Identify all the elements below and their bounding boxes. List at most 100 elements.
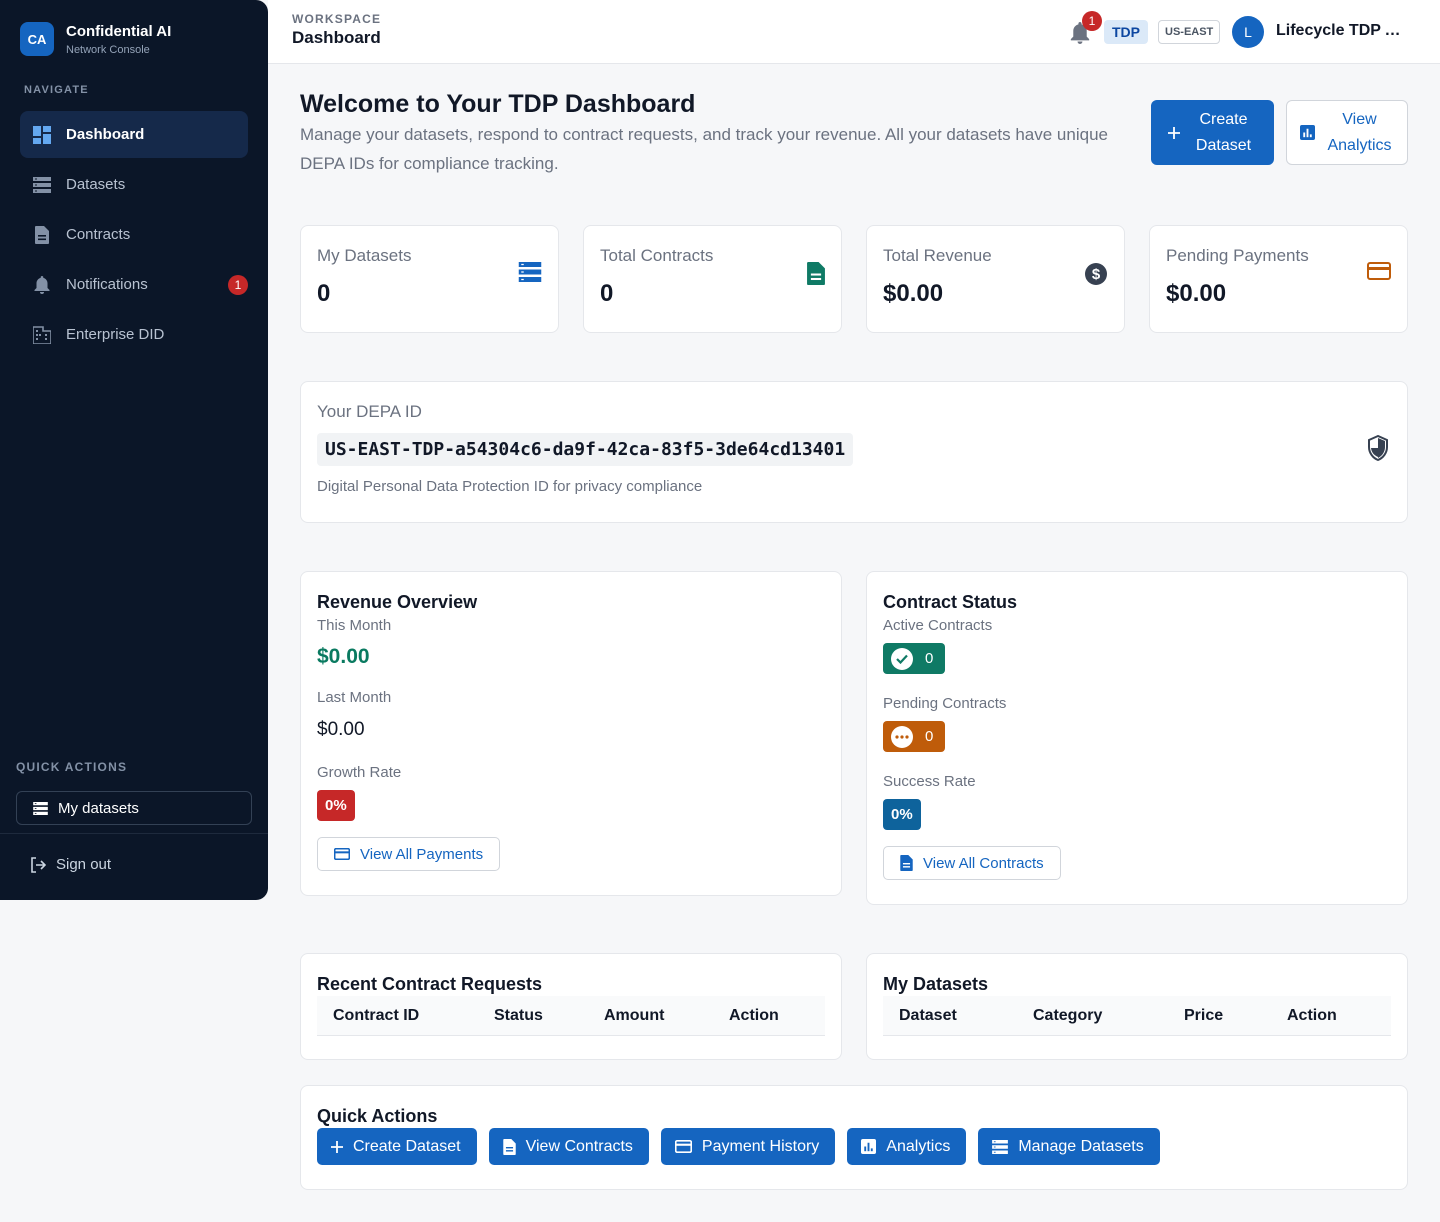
qa-analytics-label: Analytics (886, 1137, 951, 1155)
column-header[interactable]: Dataset (899, 1007, 957, 1025)
sidebar-item-label: Dashboard (66, 126, 145, 143)
depa-id-value[interactable]: US-EAST-TDP-a54304c6-da9f-42ca-83f5-3de6… (317, 433, 854, 466)
quick-actions-title: Quick Actions (317, 1106, 438, 1126)
qa-view-contracts-label: View Contracts (525, 1137, 633, 1155)
create-dataset-button[interactable]: Create Dataset (1151, 100, 1274, 165)
view-all-payments-label: View All Payments (360, 845, 484, 863)
sidebar-item-label: Datasets (66, 176, 126, 193)
column-header[interactable]: Status (494, 1007, 543, 1025)
sidebar-item-label: Contracts (66, 226, 131, 243)
column-header[interactable]: Action (729, 1007, 779, 1025)
my-datasets-label: My datasets (58, 799, 139, 817)
create-dataset-label: Create Dataset (1195, 110, 1252, 154)
analytics-icon (861, 1139, 877, 1154)
column-header[interactable]: Amount (604, 1007, 664, 1025)
qa-create-dataset-label: Create Dataset (353, 1137, 461, 1155)
my-datasets-button[interactable]: My datasets (16, 791, 252, 825)
region-chip: US-EAST (1158, 20, 1221, 44)
active-contracts-label: Active Contracts (883, 617, 993, 634)
quick-actions-row: Create Dataset View Contracts Payment Hi… (317, 1128, 1172, 1165)
sidebar-item-enterprise-did[interactable]: Enterprise DID (20, 311, 248, 358)
role-chip: TDP (1104, 20, 1148, 44)
logout-icon (30, 856, 46, 873)
workspace-label: WORKSPACE (292, 12, 382, 26)
welcome-title: Welcome to Your TDP Dashboard (300, 90, 696, 118)
view-analytics-label: View Analytics (1327, 110, 1392, 154)
sidebar-item-dashboard[interactable]: Dashboard (20, 111, 248, 158)
recent-requests-title: Recent Contract Requests (317, 974, 543, 994)
success-rate-label: Success Rate (883, 773, 976, 790)
svg-text:$: $ (1092, 266, 1101, 283)
contract-status-title: Contract Status (883, 592, 1018, 612)
my-datasets-table-header: Dataset Category Price Action (883, 996, 1391, 1036)
analytics-icon (1299, 125, 1315, 140)
stat-label: Total Revenue (883, 246, 992, 265)
document-icon (900, 855, 913, 871)
qa-analytics-button[interactable]: Analytics (847, 1128, 967, 1165)
contract-status-card: Contract Status Active Contracts 0 Pendi… (866, 571, 1408, 905)
column-header[interactable]: Price (1184, 1007, 1223, 1025)
credit-card-icon (1367, 262, 1391, 280)
stat-value: $0.00 (1166, 280, 1227, 307)
success-rate-badge: 0% (883, 799, 921, 830)
building-icon (32, 325, 52, 345)
column-header[interactable]: Action (1287, 1007, 1337, 1025)
sidebar-item-contracts[interactable]: Contracts (20, 211, 248, 258)
stat-card-total-contracts: Total Contracts 0 (583, 225, 842, 333)
qa-payment-history-button[interactable]: Payment History (660, 1128, 836, 1165)
sign-out-button[interactable]: Sign out (30, 856, 111, 873)
document-icon (32, 225, 52, 245)
my-datasets-title: My Datasets (883, 974, 989, 994)
stat-label: My Datasets (317, 246, 412, 265)
stat-card-pending-payments: Pending Payments $0.00 (1149, 225, 1408, 333)
stat-label: Total Contracts (600, 246, 714, 265)
pending-contracts-badge: 0 (883, 721, 946, 752)
column-header[interactable]: Contract ID (333, 1007, 419, 1025)
sidebar-item-label: Enterprise DID (66, 326, 165, 343)
user-name[interactable]: Lifecycle TDP Admin (1276, 22, 1410, 40)
top-header: WORKSPACE Dashboard 1 TDP US-EAST L Life… (268, 0, 1440, 64)
storage-icon (518, 262, 542, 282)
sidebar-item-datasets[interactable]: Datasets (20, 161, 248, 208)
storage-icon (33, 801, 48, 815)
pending-contracts-label: Pending Contracts (883, 695, 1007, 712)
document-icon (502, 1138, 516, 1155)
this-month-label: This Month (317, 617, 392, 634)
depa-label: Your DEPA ID (317, 402, 422, 421)
notification-badge: 1 (228, 274, 248, 295)
quick-actions-heading: QUICK ACTIONS (16, 760, 128, 774)
column-header[interactable]: Category (1033, 1007, 1102, 1025)
view-all-contracts-button[interactable]: View All Contracts (883, 846, 1061, 880)
avatar[interactable]: L (1232, 16, 1264, 48)
pending-contracts-count: 0 (925, 728, 934, 745)
sidebar-item-notifications[interactable]: Notifications 1 (20, 261, 248, 308)
storage-icon (32, 175, 52, 195)
stat-card-my-datasets: My Datasets 0 (300, 225, 559, 333)
this-month-value: $0.00 (317, 645, 370, 668)
active-contracts-count: 0 (925, 650, 934, 667)
revenue-overview-card: Revenue Overview This Month $0.00 Last M… (300, 571, 842, 896)
credit-card-icon (674, 1140, 692, 1153)
revenue-overview-title: Revenue Overview (317, 592, 478, 612)
qa-manage-datasets-button[interactable]: Manage Datasets (978, 1128, 1160, 1165)
brand-logo: CA (20, 22, 54, 56)
plus-icon (331, 1140, 343, 1153)
document-icon (807, 262, 825, 285)
qa-view-contracts-button[interactable]: View Contracts (488, 1128, 649, 1165)
stat-value: 0 (600, 280, 614, 307)
active-contracts-badge: 0 (883, 643, 946, 674)
brand-subtitle: Network Console (66, 43, 150, 56)
view-all-payments-button[interactable]: View All Payments (317, 837, 501, 871)
welcome-subtitle: Manage your datasets, respond to contrac… (300, 125, 1108, 173)
qa-create-dataset-button[interactable]: Create Dataset (317, 1128, 477, 1165)
brand[interactable]: CA Confidential AI Network Console (20, 22, 171, 56)
sidebar-divider (0, 833, 268, 834)
quick-actions-card: Quick Actions Create Dataset View Contra… (300, 1085, 1408, 1190)
my-datasets-card: My Datasets Dataset Category Price Actio… (866, 953, 1408, 1060)
view-analytics-button[interactable]: View Analytics (1286, 100, 1408, 165)
credit-card-icon (334, 848, 350, 860)
growth-rate-label: Growth Rate (317, 764, 402, 781)
last-month-value: $0.00 (317, 719, 365, 740)
shield-icon (1367, 435, 1389, 461)
stat-card-total-revenue: Total Revenue $0.00 $ (866, 225, 1125, 333)
